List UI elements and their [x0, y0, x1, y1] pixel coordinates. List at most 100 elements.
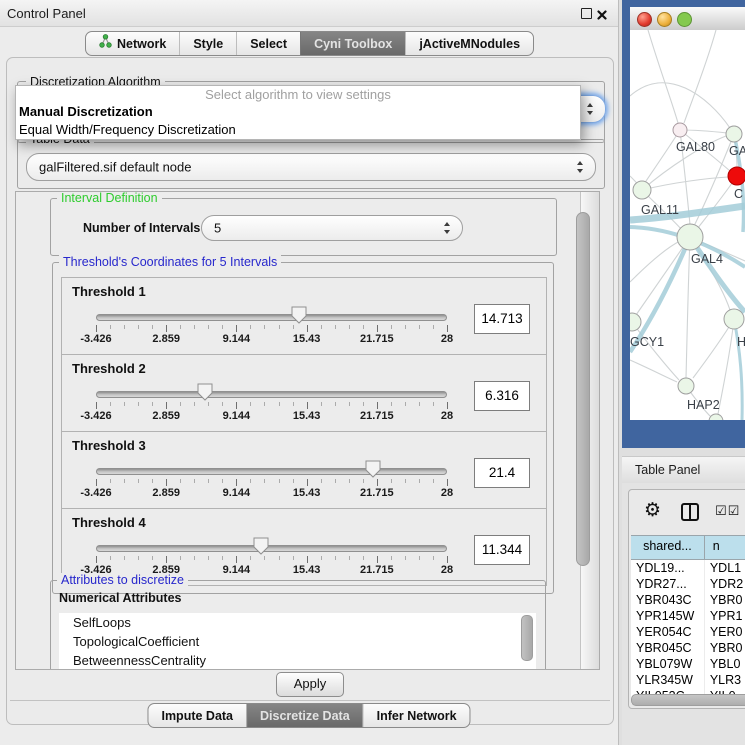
list-item[interactable]: TopologicalCoefficient [59, 632, 536, 651]
horizontal-scrollbar[interactable] [631, 694, 745, 706]
node-label-gal4: GAL4 [691, 252, 723, 266]
network-icon [99, 33, 112, 55]
column-header-name[interactable]: n [705, 536, 745, 559]
dropdown-option-manual-discretization[interactable]: Manual Discretization [16, 103, 580, 121]
node-label-partial-ga: GA [729, 144, 745, 158]
dropdown-prompt: Select algorithm to view settings [16, 86, 580, 103]
table-data-combobox[interactable]: galFiltered.sif default node [26, 153, 596, 181]
float-window-icon[interactable] [581, 8, 592, 19]
gear-icon[interactable]: ⚙ [644, 499, 661, 521]
table-row[interactable]: YLR345WYLR3 [631, 672, 745, 688]
table-body: YDL19...YDL1 YDR27...YDR2 YBR043CYBR0 YP… [631, 560, 745, 704]
node-partial-right[interactable] [724, 309, 744, 329]
table-row[interactable]: YDL19...YDL1 [631, 560, 745, 576]
bottom-tab-bar: Impute Data Discretize Data Infer Networ… [147, 703, 470, 728]
network-edges [630, 30, 745, 417]
table-row[interactable]: YBL079WYBL0 [631, 656, 745, 672]
table-header-row: shared... n [631, 535, 745, 560]
close-traffic-light-icon[interactable] [637, 12, 652, 27]
apply-button[interactable]: Apply [276, 672, 344, 697]
columns-icon[interactable] [681, 503, 699, 521]
thresholds-group-title: Threshold's Coordinates for 5 Intervals [59, 255, 281, 269]
threshold-4-value-field[interactable]: 11.344 [474, 535, 530, 565]
network-window-titlebar[interactable] [630, 7, 745, 31]
slider-ticks [96, 479, 447, 487]
tab-network-label: Network [117, 33, 166, 55]
table-panel: ⚙ ☑☑ shared... n YDL19...YDL1 YDR27...YD… [622, 483, 745, 745]
combo-arrows-icon [587, 103, 594, 115]
table-row[interactable]: YDR27...YDR2 [631, 576, 745, 592]
node-label-hap2: HAP2 [687, 398, 720, 412]
node-label-gcy1: GCY1 [630, 335, 664, 349]
threshold-2-label: Threshold 2 [72, 361, 146, 376]
threshold-2-value-field[interactable]: 6.316 [474, 381, 530, 411]
top-tab-bar: Network Style Select Cyni Toolbox jActiv… [85, 31, 534, 56]
node-partial-bottom[interactable] [709, 414, 723, 420]
tab-network[interactable]: Network [86, 32, 179, 55]
tab-impute-data[interactable]: Impute Data [148, 704, 246, 727]
threshold-4-label: Threshold 4 [72, 515, 146, 530]
thresholds-group: Threshold's Coordinates for 5 Intervals … [52, 262, 554, 594]
slider-ticks [96, 556, 447, 564]
node-hap2[interactable] [678, 378, 694, 394]
content-divider [10, 700, 610, 701]
control-panel-window: Control Panel Network Style Select Cyni … [0, 0, 619, 745]
network-view-window[interactable]: GAL80 GA C GAL11 GAL4 GCY1 H HAP2 [622, 0, 745, 448]
slider-scale-labels: -3.426 2.859 9.144 15.43 21.715 28 [96, 333, 447, 346]
table-panel-title: Table Panel [635, 463, 700, 477]
node-label-gal80: GAL80 [676, 140, 715, 154]
tab-style[interactable]: Style [179, 32, 236, 55]
numerical-attributes-label: Numerical Attributes [59, 591, 181, 605]
threshold-1-panel: Threshold 1 -3.426 2.859 9.144 15.43 21.… [61, 277, 547, 355]
tab-select[interactable]: Select [236, 32, 300, 55]
column-header-shared-name[interactable]: shared... [631, 536, 705, 559]
slider-scale-labels: -3.426 2.859 9.144 15.43 21.715 28 [96, 487, 447, 500]
algorithm-dropdown-popup: Select algorithm to view settings Manual… [15, 85, 581, 140]
node-gal11[interactable] [633, 181, 651, 199]
vertical-scrollbar[interactable] [580, 192, 599, 669]
scrollbar-thumb[interactable] [576, 212, 590, 566]
list-item[interactable]: BetweennessCentrality [59, 651, 536, 669]
window-title: Control Panel [7, 6, 86, 21]
table-row[interactable]: YPR145WYPR1 [631, 608, 745, 624]
threshold-3-panel: Threshold 3 -3.426 2.859 9.144 15.43 21.… [61, 431, 547, 509]
combo-arrows-icon [444, 222, 451, 234]
control-panel-titlebar: Control Panel [0, 0, 618, 27]
slider-ticks [96, 402, 447, 410]
table-row[interactable]: YBR045CYBR0 [631, 640, 745, 656]
slider-ticks [96, 325, 447, 333]
tab-infer-network[interactable]: Infer Network [363, 704, 470, 727]
interval-definition-group: Interval Definition Number of Intervals … [50, 198, 557, 256]
interval-definition-title: Interval Definition [57, 192, 162, 205]
tab-cyni-toolbox[interactable]: Cyni Toolbox [300, 32, 405, 55]
dropdown-option-equal-width-frequency[interactable]: Equal Width/Frequency Discretization [16, 121, 580, 139]
node-gcy1[interactable] [630, 313, 641, 331]
threshold-1-value-field[interactable]: 14.713 [474, 304, 530, 334]
table-row[interactable]: YBR043CYBR0 [631, 592, 745, 608]
network-canvas[interactable]: GAL80 GA C GAL11 GAL4 GCY1 H HAP2 [630, 30, 745, 420]
minimize-traffic-light-icon[interactable] [657, 12, 672, 27]
node-gal4[interactable] [677, 224, 703, 250]
numerical-attributes-list: SelfLoops TopologicalCoefficient Between… [59, 613, 536, 669]
node-selected-red[interactable] [728, 167, 745, 185]
tab-jactivemnodules[interactable]: jActiveMNodules [405, 32, 533, 55]
table-row[interactable]: YER054CYER0 [631, 624, 745, 640]
network-nodes[interactable] [630, 123, 745, 420]
close-icon[interactable] [597, 7, 607, 25]
tab-discretize-data[interactable]: Discretize Data [246, 704, 363, 727]
threshold-3-value-field[interactable]: 21.4 [474, 458, 530, 488]
threshold-1-label: Threshold 1 [72, 284, 146, 299]
attributes-group-title: Attributes to discretize [57, 573, 188, 587]
node-table: shared... n YDL19...YDL1 YDR27...YDR2 YB… [631, 535, 745, 704]
attributes-group: Attributes to discretize Numerical Attri… [50, 580, 546, 669]
number-of-intervals-label: Number of Intervals [83, 221, 200, 235]
table-data-group: Table Data galFiltered.sif default node [17, 139, 605, 189]
list-item[interactable]: SelfLoops [59, 613, 536, 632]
number-of-intervals-combobox[interactable]: 5 [201, 215, 463, 241]
list-scrollbar[interactable] [521, 615, 533, 661]
node-partial-top-right[interactable] [726, 126, 742, 142]
node-gal80[interactable] [673, 123, 687, 137]
checkboxes-icon[interactable]: ☑☑ [715, 504, 740, 519]
apply-strip: Apply [8, 668, 612, 700]
zoom-traffic-light-icon[interactable] [677, 12, 692, 27]
